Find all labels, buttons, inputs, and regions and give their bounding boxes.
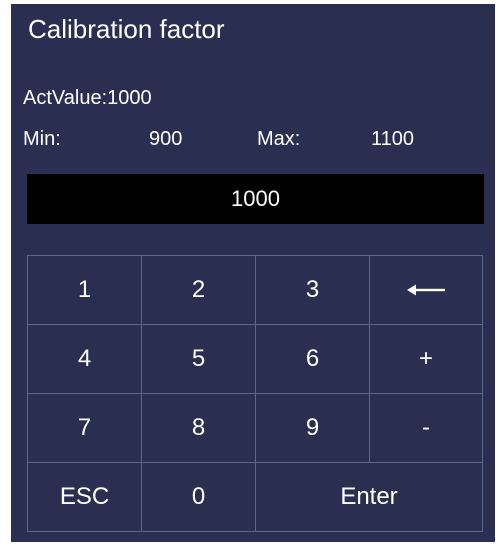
min-label: Min: [23,128,61,150]
numeric-keypad: 1 2 3 4 5 6 + 7 8 9 - ESC 0 Enter [27,255,483,532]
key-4[interactable]: 4 [28,325,142,394]
key-1[interactable]: 1 [28,256,142,325]
key-8[interactable]: 8 [142,394,256,463]
enter-button[interactable]: Enter [256,463,482,531]
left-arrow-icon [407,283,445,297]
key-3[interactable]: 3 [256,256,370,325]
key-5[interactable]: 5 [142,325,256,394]
key-7[interactable]: 7 [28,394,142,463]
backspace-button[interactable] [370,256,482,325]
minus-button[interactable]: - [370,394,482,463]
esc-button[interactable]: ESC [28,463,142,531]
key-2[interactable]: 2 [142,256,256,325]
calibration-dialog: Calibration factor ActValue:1000 Min: 90… [11,4,495,542]
value-input-display[interactable]: 1000 [27,174,484,224]
key-9[interactable]: 9 [256,394,370,463]
plus-button[interactable]: + [370,325,482,394]
dialog-title: Calibration factor [28,14,225,44]
key-6[interactable]: 6 [256,325,370,394]
actual-value-label: ActValue:1000 [23,87,152,109]
min-value: 900 [149,128,183,150]
max-label: Max: [257,128,301,150]
key-0[interactable]: 0 [142,463,256,531]
max-value: 1100 [371,128,415,150]
